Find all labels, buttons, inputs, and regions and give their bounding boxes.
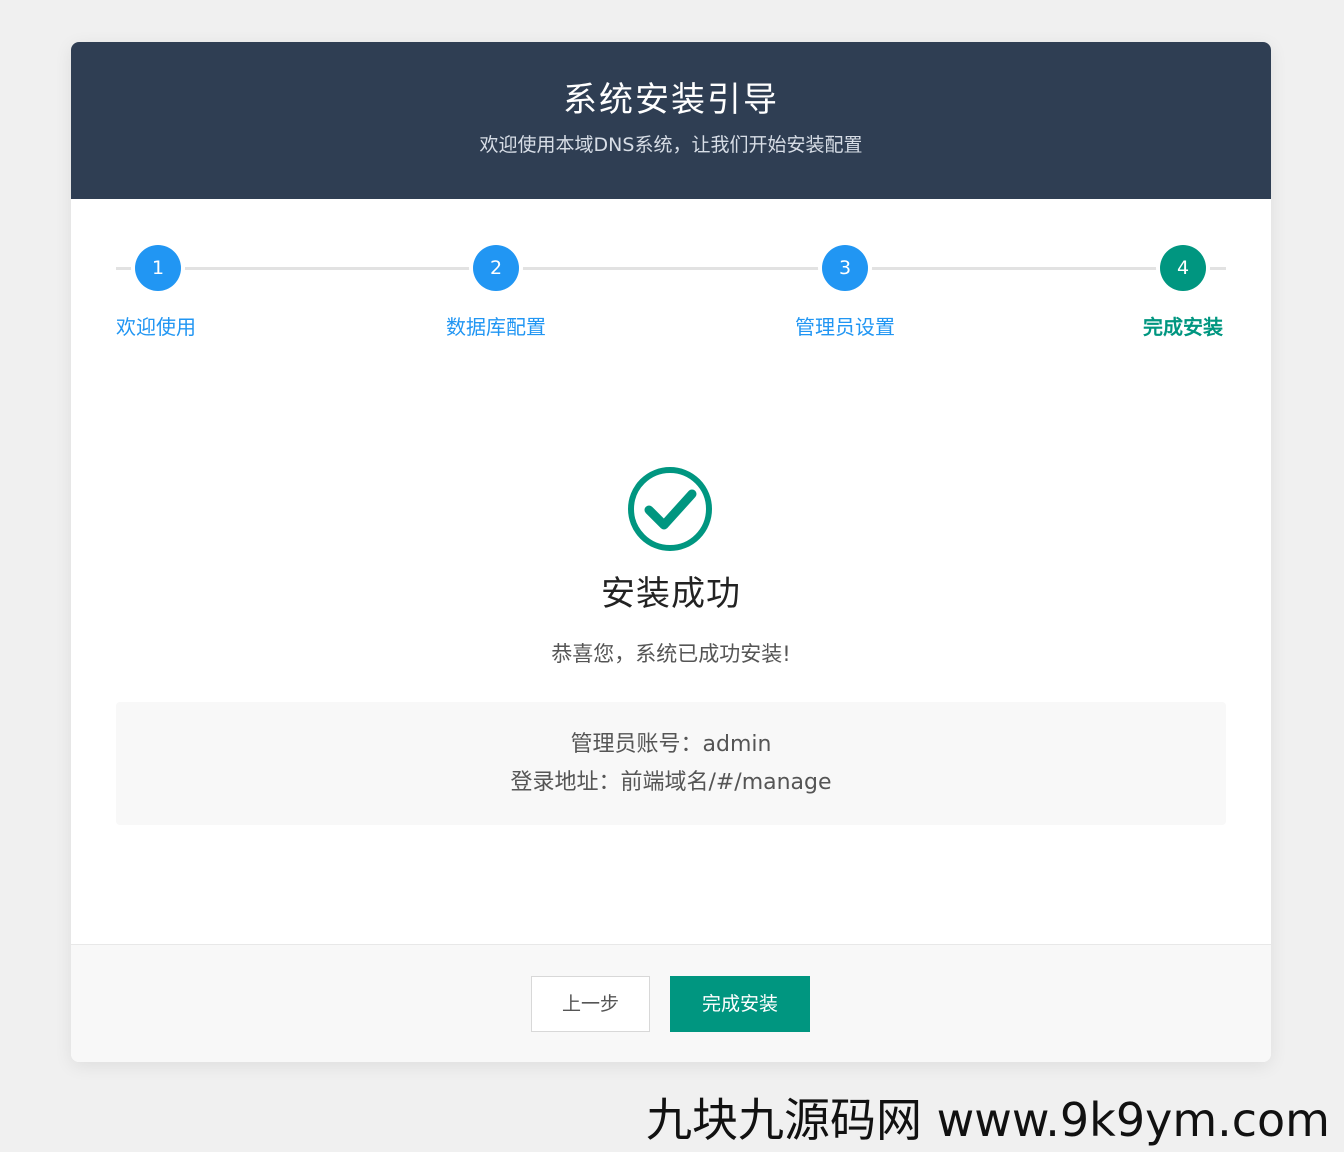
success-title: 安装成功	[601, 574, 741, 614]
step-3-number: 3	[822, 245, 868, 291]
step-3: 3 管理员设置	[785, 245, 905, 340]
wizard-header: 系统安装引导 欢迎使用本域DNS系统，让我们开始安装配置	[71, 42, 1271, 199]
success-message: 恭喜您，系统已成功安装!	[551, 642, 791, 666]
step-4-number: 4	[1160, 245, 1206, 291]
step-1: 1 欢迎使用	[98, 245, 218, 340]
step-2-label: 数据库配置	[446, 315, 546, 339]
page-subtitle: 欢迎使用本域DNS系统，让我们开始安装配置	[479, 134, 863, 156]
step-1-label: 欢迎使用	[116, 315, 196, 339]
finish-install-button[interactable]: 完成安装	[670, 976, 810, 1032]
step-1-number: 1	[135, 245, 181, 291]
admin-account-text: 管理员账号：admin	[570, 732, 772, 757]
check-circle-icon	[628, 467, 712, 551]
step-3-label: 管理员设置	[795, 315, 895, 339]
prev-step-button[interactable]: 上一步	[531, 976, 650, 1032]
step-4-label: 完成安装	[1143, 315, 1223, 339]
step-4: 4 完成安装	[1123, 245, 1243, 340]
admin-info-box: 管理员账号：admin 登录地址：前端域名/#/manage	[116, 702, 1226, 825]
step-2-number: 2	[473, 245, 519, 291]
step-progress: 1 欢迎使用 2 数据库配置 3 管理员设置 4 完成安装	[116, 245, 1226, 355]
step-progress-line	[116, 267, 1226, 270]
watermark-text: 九块九源码网 www.9k9ym.com	[646, 1093, 1330, 1147]
install-wizard-card: 系统安装引导 欢迎使用本域DNS系统，让我们开始安装配置 1 欢迎使用 2 数据…	[71, 42, 1271, 1062]
wizard-footer: 上一步 完成安装	[71, 944, 1271, 1062]
step-2: 2 数据库配置	[436, 245, 556, 340]
login-url-text: 登录地址：前端域名/#/manage	[510, 770, 832, 795]
page-title: 系统安装引导	[563, 80, 779, 120]
